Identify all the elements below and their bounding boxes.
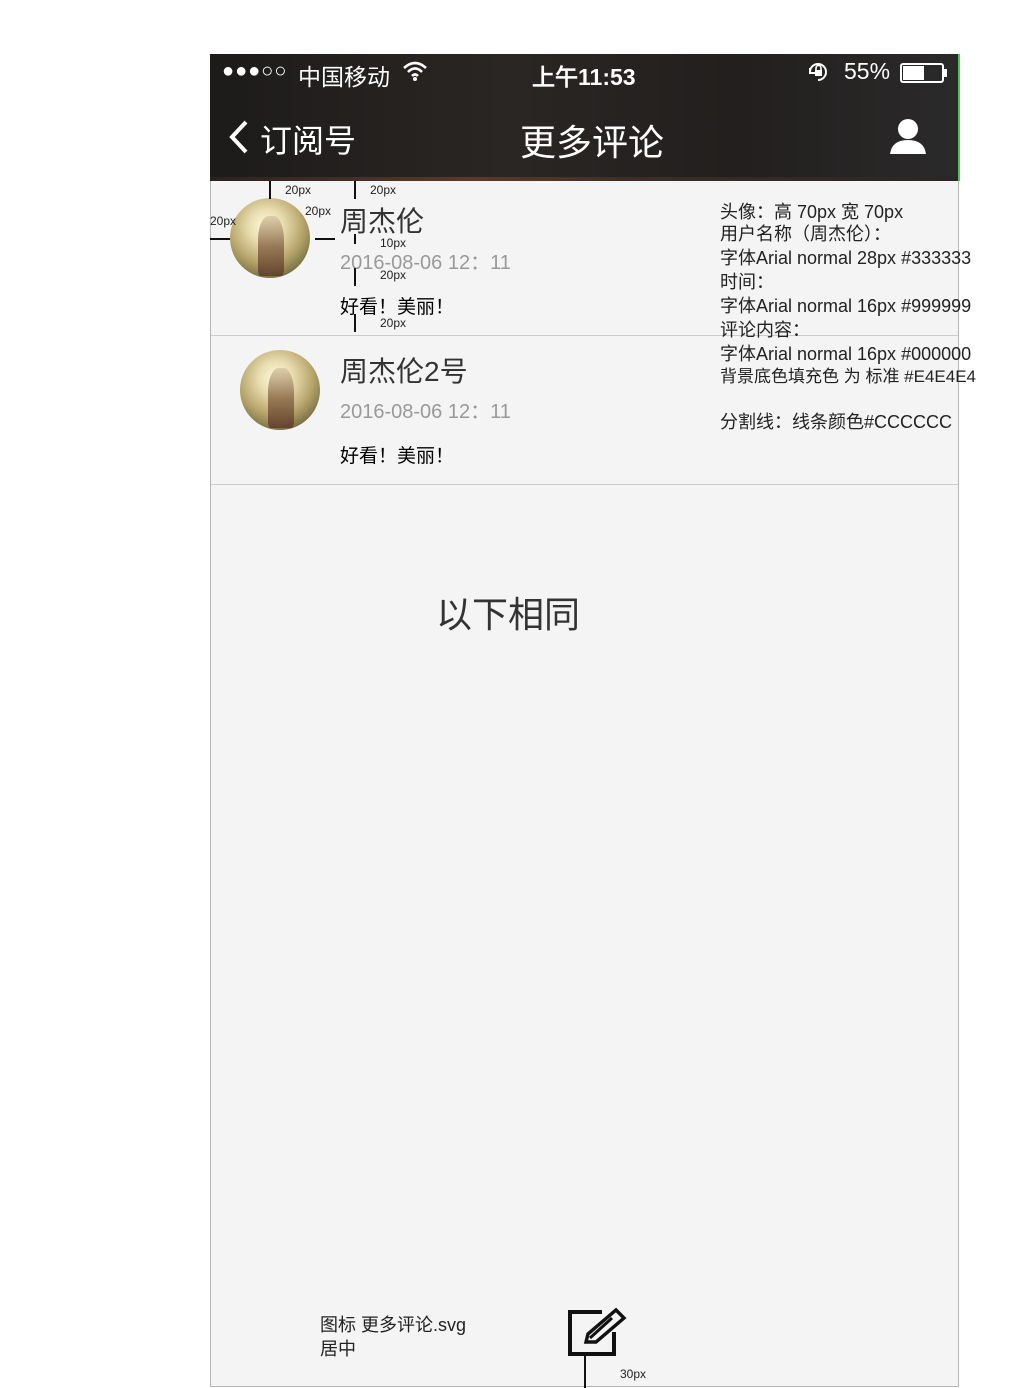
dimension-line [354,181,356,199]
spec-note: 分割线：线条颜色#CCCCCC [720,412,953,432]
clock: 上午11:53 [532,64,636,90]
spec-note: 评论内容： [720,320,810,340]
dimension-line [315,238,335,240]
user-icon [890,119,926,154]
spec-note: 时间： [720,272,774,292]
comment-time: 2016-08-06 12：11 [340,252,511,274]
dimension-line [210,238,230,240]
comment-content: 好看！美丽！ [340,297,455,318]
dimension-label: 20px [285,183,312,197]
avatar[interactable] [230,198,310,278]
comment-time: 2016-08-06 12：11 [340,401,511,423]
dimension-line [354,268,356,286]
dimension-label: 20px [380,316,407,330]
nav-bar: ●●●○○ 中国移动 上午11:53 55% 订阅号 更多评论 [210,54,960,181]
divider [211,335,959,336]
dimension-line [354,234,356,244]
back-label: 订阅号 [260,123,357,159]
spec-note: 背景底色填充色 为 标准 #E4E4E4 [720,367,977,386]
dimension-label: 30px [620,1367,647,1381]
dimension-label: 20px [380,268,407,282]
write-comment-button[interactable] [566,1306,634,1363]
comment-content: 好看！美丽！ [340,446,455,467]
dimension-line [354,314,356,332]
rotation-lock-icon [806,60,830,89]
dimension-label: 10px [380,236,407,250]
spec-note: 用户名称（周杰伦）： [720,224,891,244]
icon-note: 居中 [320,1339,356,1359]
battery-icon [900,63,948,88]
chevron-left-icon [228,120,250,159]
edit-icon [568,1307,627,1356]
avatar[interactable] [240,350,320,430]
profile-button[interactable] [888,118,928,161]
repeat-placeholder: 以下相同 [436,594,581,635]
battery-percent: 55% [844,58,891,84]
carrier-name: 中国移动 [298,64,390,90]
dimension-line [269,181,271,199]
wifi-icon [402,60,428,87]
divider [211,484,959,485]
page-title: 更多评论 [520,122,665,163]
spec-note: 字体Arial normal 16px #999999 [720,296,972,316]
signal-strength-icon: ●●●○○ [222,60,288,82]
icon-note: 图标 更多评论.svg [320,1315,467,1335]
edge-marker [958,54,960,181]
spec-note: 字体Arial normal 28px #333333 [720,248,972,268]
dimension-label: 20px [370,183,397,197]
comment-user-name: 周杰伦2号 [340,356,468,387]
dimension-label: 20px [210,214,237,228]
dimension-line [584,1356,586,1388]
comment-user-name: 周杰伦 [340,206,425,237]
dimension-label: 20px [305,204,332,218]
